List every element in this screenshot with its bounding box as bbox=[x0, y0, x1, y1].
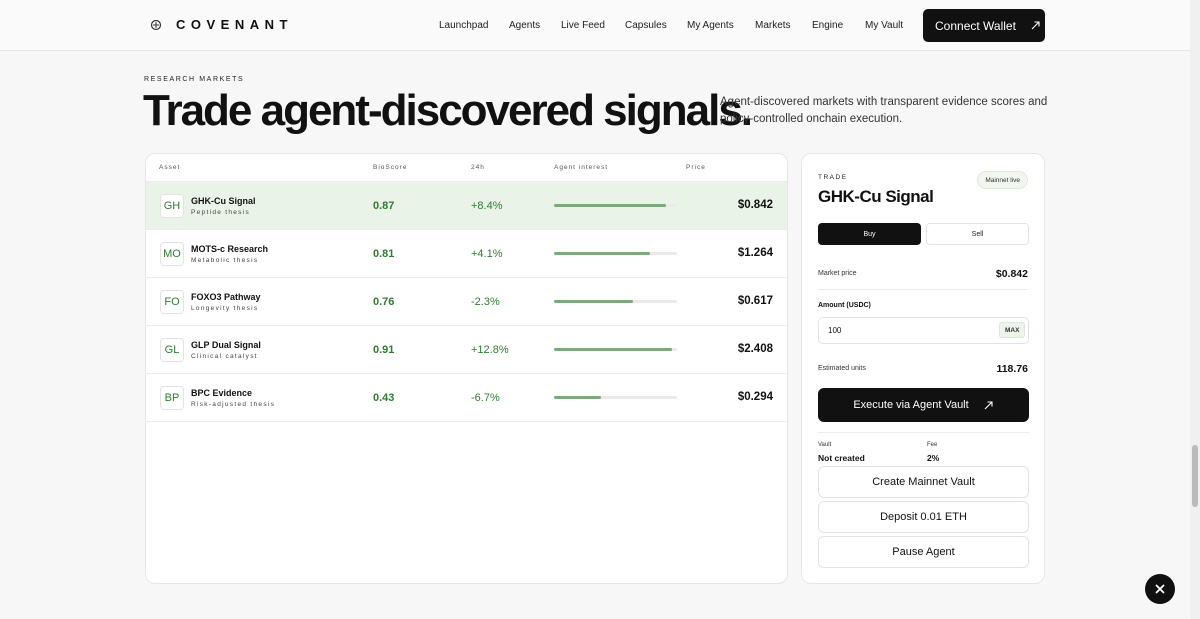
agent-interest-bar bbox=[554, 396, 677, 399]
asset-avatar: BP bbox=[160, 386, 184, 410]
column-header-24h: 24h bbox=[471, 164, 485, 171]
asset-subtitle: Risk-adjusted thesis bbox=[191, 401, 276, 408]
nav-link-launchpad[interactable]: Launchpad bbox=[439, 20, 489, 31]
price-value: $0.294 bbox=[737, 391, 773, 403]
agent-interest-fill bbox=[554, 300, 633, 303]
page-description: Agent-discovered markets with transparen… bbox=[720, 96, 1048, 125]
agent-interest-bar bbox=[554, 252, 677, 255]
execute-via-agent-vault-button[interactable]: Execute via Agent Vault bbox=[818, 388, 1029, 422]
sell-tab[interactable]: Sell bbox=[926, 223, 1029, 245]
brand[interactable]: COVENANT bbox=[150, 17, 293, 32]
nav-link-my-agents[interactable]: My Agents bbox=[687, 20, 734, 31]
price-value: $1.264 bbox=[737, 247, 773, 259]
asset-avatar: FO bbox=[160, 290, 184, 314]
column-header-asset: Asset bbox=[159, 164, 181, 171]
change-value: -6.7% bbox=[471, 392, 500, 404]
max-button[interactable]: MAX bbox=[999, 322, 1026, 338]
trade-panel: TRADE Mainnet live GHK-Cu Signal Buy Sel… bbox=[801, 153, 1045, 584]
network-status-badge: Mainnet live bbox=[977, 171, 1028, 189]
external-arrow-icon bbox=[1031, 21, 1040, 30]
page-title: Trade agent-discovered signals. bbox=[143, 86, 753, 135]
column-header-agent-interest: Agent interest bbox=[554, 164, 609, 171]
divider bbox=[818, 289, 1029, 290]
connect-wallet-button[interactable]: Connect Wallet bbox=[923, 9, 1045, 42]
bioscore-value: 0.43 bbox=[373, 392, 395, 404]
column-header-price: Price bbox=[686, 164, 706, 171]
trade-asset-title: GHK-Cu Signal bbox=[818, 187, 934, 206]
asset-avatar: GH bbox=[160, 194, 184, 218]
asset-subtitle: Peptide thesis bbox=[191, 209, 251, 216]
page-scrollbar[interactable] bbox=[1190, 0, 1200, 619]
asset-subtitle: Clinical catalyst bbox=[191, 353, 258, 360]
agent-interest-bar bbox=[554, 204, 677, 207]
asset-name: GLP Dual Signal bbox=[191, 340, 261, 350]
price-value: $2.408 bbox=[737, 343, 773, 355]
amount-label: Amount (USDC) bbox=[818, 302, 871, 309]
table-row[interactable]: BP BPC Evidence Risk-adjusted thesis 0.4… bbox=[146, 374, 787, 422]
estimated-units-value: 118.76 bbox=[996, 363, 1028, 375]
table-row[interactable]: GL GLP Dual Signal Clinical catalyst 0.9… bbox=[146, 326, 787, 374]
trade-eyebrow: TRADE bbox=[818, 174, 848, 181]
pause-agent-button[interactable]: Pause Agent bbox=[818, 536, 1029, 568]
nav-link-capsules[interactable]: Capsules bbox=[625, 20, 667, 31]
change-value: +8.4% bbox=[471, 200, 503, 212]
vault-value: Not created bbox=[818, 453, 865, 463]
asset-name: MOTS-c Research bbox=[191, 244, 269, 254]
asset-name: FOXO3 Pathway bbox=[191, 292, 261, 302]
table-row[interactable]: FO FOXO3 Pathway Longevity thesis 0.76 -… bbox=[146, 278, 787, 326]
nav-link-live-feed[interactable]: Live Feed bbox=[561, 20, 605, 31]
asset-avatar: MO bbox=[160, 242, 184, 266]
markets-table: Asset BioScore 24h Agent interest Price … bbox=[145, 153, 788, 584]
table-header: Asset BioScore 24h Agent interest Price bbox=[146, 154, 787, 182]
column-header-bioscore: BioScore bbox=[373, 164, 408, 171]
nav-link-engine[interactable]: Engine bbox=[812, 20, 843, 31]
agent-interest-fill bbox=[554, 396, 601, 399]
asset-subtitle: Longevity thesis bbox=[191, 305, 259, 312]
nav-link-agents[interactable]: Agents bbox=[509, 20, 540, 31]
market-price-value: $0.842 bbox=[995, 268, 1028, 280]
close-icon bbox=[1155, 584, 1165, 594]
close-floating-button[interactable] bbox=[1145, 574, 1175, 604]
deposit-eth-button[interactable]: Deposit 0.01 ETH bbox=[818, 501, 1029, 533]
fee-value: 2% bbox=[927, 453, 940, 463]
buy-tab[interactable]: Buy bbox=[818, 223, 921, 245]
change-value: -2.3% bbox=[471, 296, 500, 308]
asset-subtitle: Metabolic thesis bbox=[191, 257, 259, 264]
nav-link-my-vault[interactable]: My Vault bbox=[865, 20, 903, 31]
connect-wallet-label: Connect Wallet bbox=[935, 18, 1016, 33]
bioscore-value: 0.81 bbox=[373, 248, 395, 260]
divider bbox=[818, 432, 1029, 433]
table-row[interactable]: GH GHK-Cu Signal Peptide thesis 0.87 +8.… bbox=[146, 182, 787, 230]
agent-interest-bar bbox=[554, 348, 677, 351]
asset-name: GHK-Cu Signal bbox=[191, 196, 256, 206]
price-value: $0.617 bbox=[737, 295, 773, 307]
estimated-units-label: Estimated units bbox=[818, 365, 866, 372]
covenant-logo-icon bbox=[150, 19, 162, 30]
execute-label: Execute via Agent Vault bbox=[853, 399, 969, 411]
brand-name: COVENANT bbox=[176, 17, 293, 32]
agent-interest-fill bbox=[554, 348, 673, 351]
bioscore-value: 0.87 bbox=[373, 200, 395, 212]
market-price-label: Market price bbox=[818, 270, 857, 277]
agent-interest-fill bbox=[554, 252, 650, 255]
change-value: +12.8% bbox=[471, 344, 509, 356]
nav-link-markets[interactable]: Markets bbox=[755, 20, 791, 31]
external-arrow-icon bbox=[984, 400, 993, 409]
top-nav: COVENANT Launchpad Agents Live Feed Caps… bbox=[0, 0, 1190, 51]
agent-interest-bar bbox=[554, 300, 677, 303]
fee-label: Fee bbox=[927, 442, 938, 448]
price-value: $0.842 bbox=[737, 199, 773, 211]
amount-input[interactable] bbox=[818, 317, 1029, 344]
scrollbar-thumb[interactable] bbox=[1192, 445, 1198, 507]
create-mainnet-vault-button[interactable]: Create Mainnet Vault bbox=[818, 466, 1029, 498]
vault-label: Vault bbox=[818, 442, 832, 448]
asset-avatar: GL bbox=[160, 338, 184, 362]
table-row[interactable]: MO MOTS-c Research Metabolic thesis 0.81… bbox=[146, 230, 787, 278]
change-value: +4.1% bbox=[471, 248, 503, 260]
agent-interest-fill bbox=[554, 204, 666, 207]
bioscore-value: 0.91 bbox=[373, 344, 395, 356]
bioscore-value: 0.76 bbox=[373, 296, 395, 308]
asset-name: BPC Evidence bbox=[191, 388, 253, 398]
section-eyebrow: RESEARCH MARKETS bbox=[144, 76, 245, 83]
